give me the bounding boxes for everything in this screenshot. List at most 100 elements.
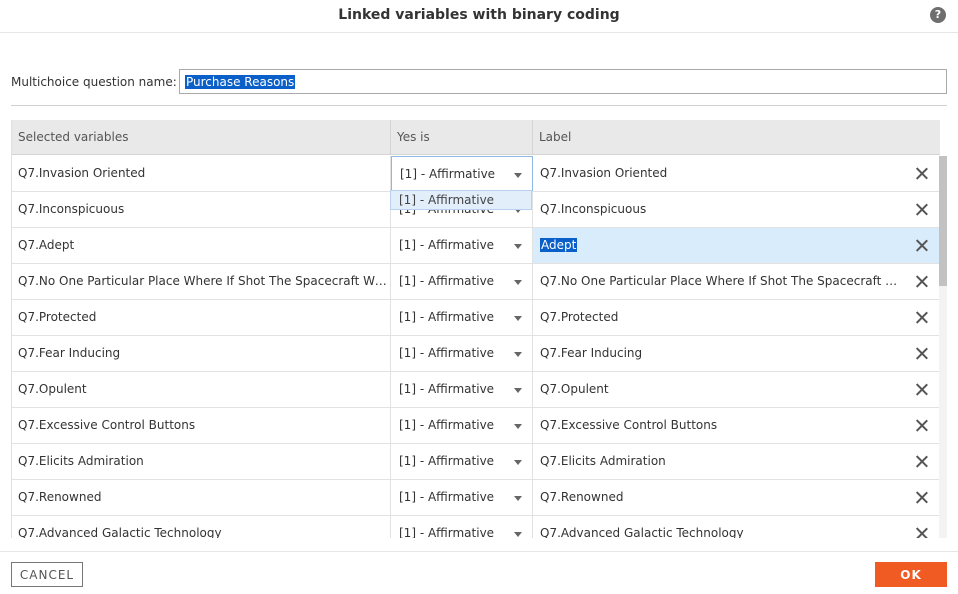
label-cell[interactable]: Q7.Invasion Oriented bbox=[533, 156, 940, 191]
label-cell[interactable]: Q7.Elicits Admiration bbox=[533, 444, 940, 479]
table-row[interactable]: Q7.Opulent [1] - Affirmative Q7.Opulent bbox=[12, 372, 940, 408]
table-row[interactable]: Q7.No One Particular Place Where If Shot… bbox=[12, 264, 940, 300]
label-field[interactable]: Q7.Renowned bbox=[540, 480, 905, 515]
label-text: Q7.Advanced Galactic Technology bbox=[540, 526, 744, 538]
table-row[interactable]: Q7.Adept [1] - Affirmative Adept bbox=[12, 228, 940, 264]
label-field[interactable]: Q7.Fear Inducing bbox=[540, 336, 905, 371]
chevron-down-icon[interactable] bbox=[514, 496, 522, 501]
chevron-down-icon[interactable] bbox=[514, 424, 522, 429]
close-icon[interactable] bbox=[915, 167, 928, 180]
label-cell[interactable]: Q7.Inconspicuous bbox=[533, 192, 940, 227]
yes-is-value: [1] - Affirmative bbox=[399, 454, 495, 468]
table-header: Selected variables Yes is Label bbox=[12, 120, 940, 155]
label-field[interactable]: Q7.Inconspicuous bbox=[540, 192, 905, 227]
yes-is-value: [1] - Affirmative bbox=[399, 346, 495, 360]
variable-cell: Q7.Renowned bbox=[12, 480, 391, 515]
yes-is-select[interactable]: [1] - Affirmative bbox=[391, 408, 533, 443]
close-icon[interactable] bbox=[915, 383, 928, 396]
variable-name: Q7.Excessive Control Buttons bbox=[18, 418, 196, 432]
chevron-down-icon[interactable] bbox=[514, 244, 522, 249]
table-row[interactable]: Q7.Invasion Oriented [1] - Affirmative Q… bbox=[12, 156, 940, 192]
yes-is-select[interactable]: [1] - Affirmative bbox=[391, 336, 533, 371]
chevron-down-icon[interactable] bbox=[514, 316, 522, 321]
table-row[interactable]: Q7.Fear Inducing [1] - Affirmative Q7.Fe… bbox=[12, 336, 940, 372]
yes-is-select[interactable]: [1] - Affirmative bbox=[391, 156, 533, 191]
chevron-down-icon[interactable] bbox=[514, 532, 522, 537]
close-icon[interactable] bbox=[915, 419, 928, 432]
label-cell[interactable]: Q7.Renowned bbox=[533, 480, 940, 515]
label-cell[interactable]: Adept bbox=[533, 228, 940, 263]
table-row[interactable]: Q7.Protected [1] - Affirmative Q7.Protec… bbox=[12, 300, 940, 336]
help-icon[interactable]: ? bbox=[930, 7, 946, 23]
close-icon[interactable] bbox=[915, 347, 928, 360]
chevron-down-icon[interactable] bbox=[514, 460, 522, 465]
variable-name: Q7.Inconspicuous bbox=[18, 202, 125, 216]
label-field[interactable]: Q7.Protected bbox=[540, 300, 905, 335]
label-cell[interactable]: Q7.Advanced Galactic Technology bbox=[533, 516, 940, 538]
label-field[interactable]: Q7.Elicits Admiration bbox=[540, 444, 905, 479]
label-field[interactable]: Adept bbox=[540, 228, 905, 263]
label-cell[interactable]: Q7.Protected bbox=[533, 300, 940, 335]
cancel-button[interactable]: CANCEL bbox=[11, 562, 83, 587]
variable-name: Q7.Elicits Admiration bbox=[18, 454, 144, 468]
label-cell[interactable]: Q7.Fear Inducing bbox=[533, 336, 940, 371]
chevron-down-icon[interactable] bbox=[514, 173, 522, 178]
divider bbox=[11, 105, 947, 106]
yes-is-select[interactable]: [1] - Affirmative bbox=[391, 300, 533, 335]
yes-is-select[interactable]: [1] - Affirmative bbox=[391, 480, 533, 515]
column-header-selected-variables[interactable]: Selected variables bbox=[12, 120, 391, 155]
variable-cell: Q7.No One Particular Place Where If Shot… bbox=[12, 264, 391, 299]
column-header-yes-is[interactable]: Yes is bbox=[391, 120, 533, 155]
column-header-label[interactable]: Label bbox=[533, 120, 940, 155]
variable-cell: Q7.Inconspicuous bbox=[12, 192, 391, 227]
close-icon[interactable] bbox=[915, 203, 928, 216]
label-text: Q7.Opulent bbox=[540, 382, 609, 396]
yes-is-select[interactable]: [1] - Affirmative bbox=[391, 444, 533, 479]
label-text: Q7.Elicits Admiration bbox=[540, 454, 666, 468]
yes-is-select[interactable]: [1] - Affirmative bbox=[391, 372, 533, 407]
table-body: Q7.Invasion Oriented [1] - Affirmative Q… bbox=[12, 156, 940, 538]
label-cell[interactable]: Q7.Excessive Control Buttons bbox=[533, 408, 940, 443]
table-row[interactable]: Q7.Excessive Control Buttons [1] - Affir… bbox=[12, 408, 940, 444]
table-row[interactable]: Q7.Renowned [1] - Affirmative Q7.Renowne… bbox=[12, 480, 940, 516]
label-cell[interactable]: Q7.Opulent bbox=[533, 372, 940, 407]
question-name-row: Multichoice question name: Purchase Reas… bbox=[11, 69, 947, 94]
yes-is-dropdown-option[interactable]: [1] - Affirmative bbox=[390, 190, 532, 210]
label-field[interactable]: Q7.Invasion Oriented bbox=[540, 156, 905, 191]
dialog-title: Linked variables with binary coding bbox=[338, 7, 620, 23]
table-scrollbar[interactable] bbox=[939, 156, 947, 538]
variable-name: Q7.Opulent bbox=[18, 382, 87, 396]
variable-name: Q7.Advanced Galactic Technology bbox=[18, 526, 222, 538]
label-field[interactable]: Q7.Excessive Control Buttons bbox=[540, 408, 905, 443]
label-cell[interactable]: Q7.No One Particular Place Where If Shot… bbox=[533, 264, 940, 299]
ok-button[interactable]: OK bbox=[875, 562, 947, 587]
dialog-titlebar: Linked variables with binary coding ? bbox=[0, 0, 958, 33]
variable-name: Q7.Renowned bbox=[18, 490, 102, 504]
close-icon[interactable] bbox=[915, 275, 928, 288]
yes-is-select[interactable]: [1] - Affirmative bbox=[391, 516, 533, 538]
chevron-down-icon[interactable] bbox=[514, 280, 522, 285]
close-icon[interactable] bbox=[915, 239, 928, 252]
label-edit-selection: Adept bbox=[540, 238, 578, 252]
question-name-input[interactable]: Purchase Reasons bbox=[179, 69, 947, 94]
table-row[interactable]: Q7.Elicits Admiration [1] - Affirmative … bbox=[12, 444, 940, 480]
variable-cell: Q7.Elicits Admiration bbox=[12, 444, 391, 479]
yes-is-value: [1] - Affirmative bbox=[399, 238, 495, 252]
yes-is-value: [1] - Affirmative bbox=[399, 418, 495, 432]
label-text: Q7.Inconspicuous bbox=[540, 202, 647, 216]
chevron-down-icon[interactable] bbox=[514, 388, 522, 393]
close-icon[interactable] bbox=[915, 527, 928, 538]
close-icon[interactable] bbox=[915, 491, 928, 504]
yes-is-select[interactable]: [1] - Affirmative bbox=[391, 264, 533, 299]
table-row[interactable]: Q7.Advanced Galactic Technology [1] - Af… bbox=[12, 516, 940, 538]
label-field[interactable]: Q7.Opulent bbox=[540, 372, 905, 407]
chevron-down-icon[interactable] bbox=[514, 352, 522, 357]
label-field[interactable]: Q7.No One Particular Place Where If Shot… bbox=[540, 264, 905, 299]
label-field[interactable]: Q7.Advanced Galactic Technology bbox=[540, 516, 905, 538]
close-icon[interactable] bbox=[915, 311, 928, 324]
yes-is-select[interactable]: [1] - Affirmative bbox=[391, 228, 533, 263]
close-icon[interactable] bbox=[915, 455, 928, 468]
scrollbar-thumb[interactable] bbox=[939, 156, 947, 286]
variable-cell: Q7.Advanced Galactic Technology bbox=[12, 516, 391, 538]
variable-name: Q7.Protected bbox=[18, 310, 97, 324]
